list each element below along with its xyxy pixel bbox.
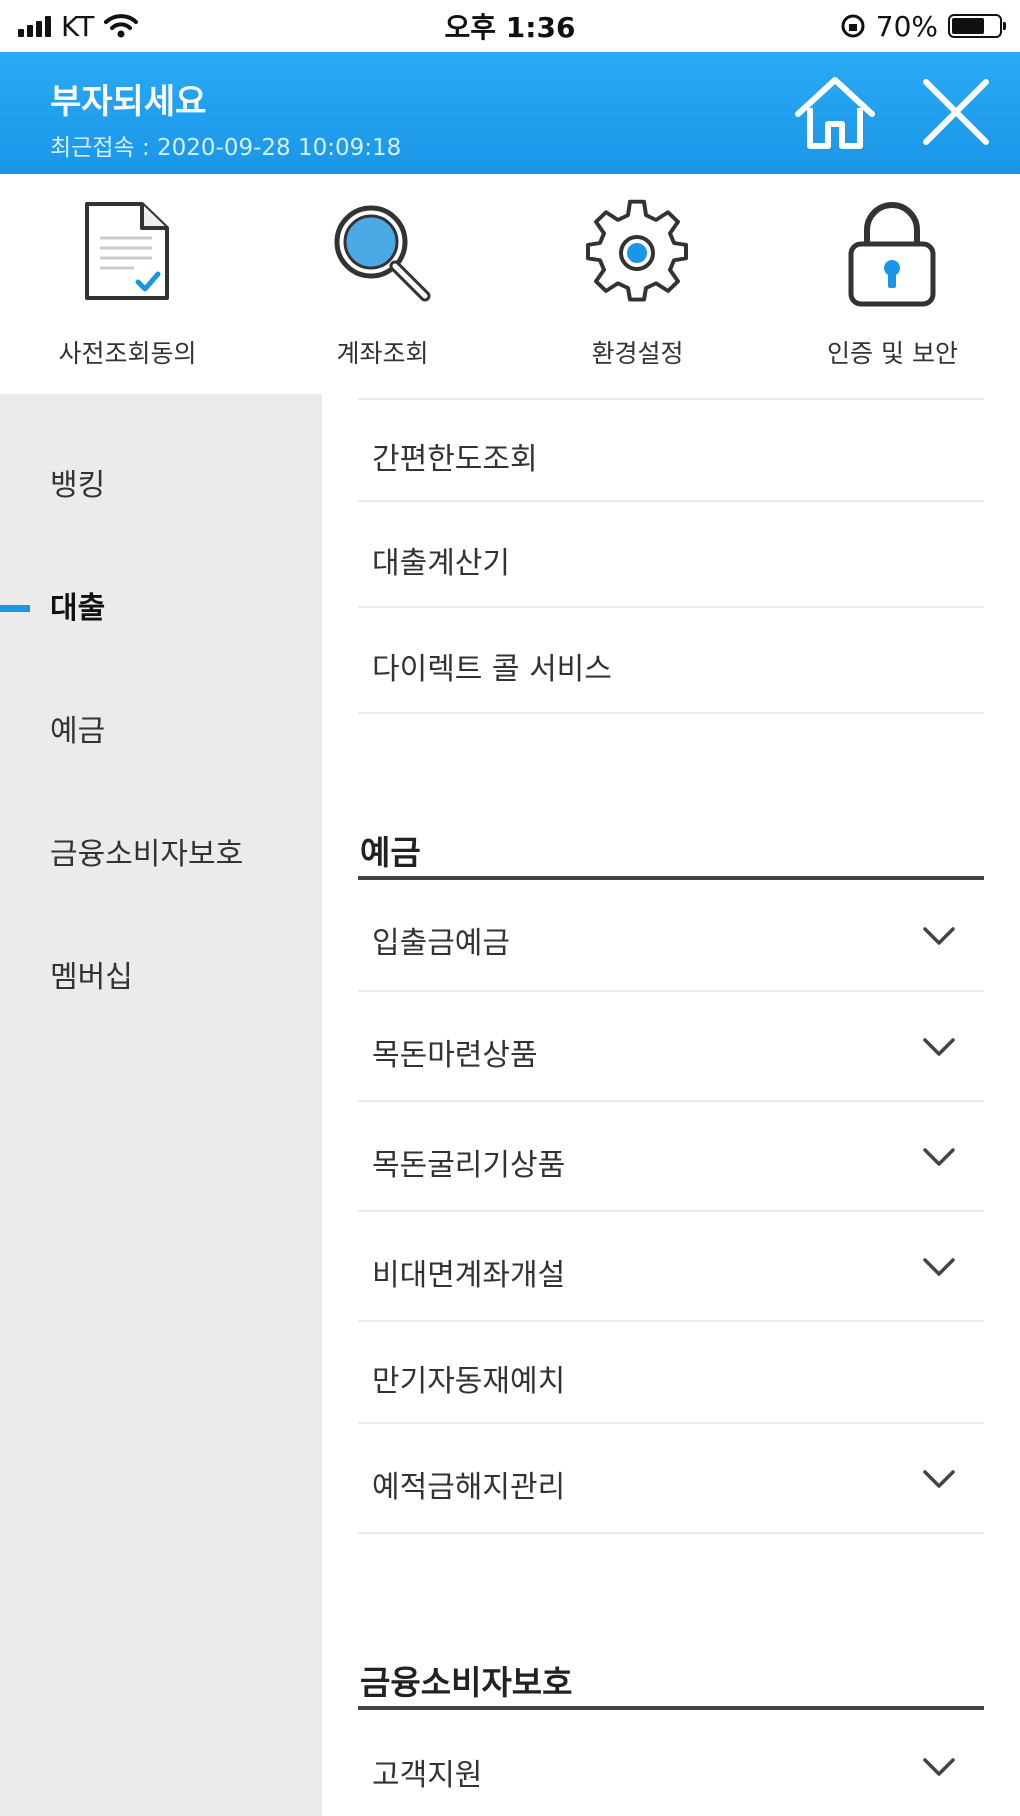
menu-item-label: 만기자동재예치 (372, 1364, 566, 1399)
menu-item-direct-call[interactable]: 다이렉트 콜 서비스 (358, 608, 984, 714)
wifi-icon (104, 14, 139, 38)
header-title: 부자되세요 (50, 82, 207, 122)
chevron-down-icon[interactable] (922, 1036, 956, 1058)
menu-item-label: 목돈마련상품 (372, 1038, 538, 1073)
sidebar-item-loan[interactable]: 대출 (0, 579, 322, 639)
quick-label: 계좌조회 (336, 339, 429, 368)
chevron-down-icon[interactable] (922, 925, 956, 947)
menu-item-label: 목돈굴리기상품 (372, 1148, 566, 1183)
menu-item-investment-products[interactable]: 목돈굴리기상품 (358, 1102, 984, 1212)
chevron-down-icon[interactable] (922, 1256, 956, 1278)
sidebar-item-banking[interactable]: 뱅킹 (0, 456, 322, 516)
lock-icon (848, 202, 936, 307)
menu-item-demand-deposit[interactable]: 입출금예금 (358, 880, 984, 992)
quick-label: 환경설정 (591, 339, 684, 368)
menu-content: 간편한도조회 대출계산기 다이렉트 콜 서비스 예금 입출금예금 목돈마련상품 … (322, 394, 1020, 1816)
menu-item-label: 간편한도조회 (372, 442, 538, 477)
status-right: 70% (840, 9, 1006, 43)
sidebar-item-membership[interactable]: 멤버십 (0, 948, 322, 1008)
last-access-text: 최근접속 : 2020-09-28 10:09:18 (50, 135, 402, 161)
signal-icon (18, 15, 51, 37)
quick-item-account-inquiry[interactable]: 계좌조회 (255, 174, 510, 394)
carrier-label: KT (61, 9, 95, 43)
battery-fill (952, 18, 985, 34)
chevron-down-icon[interactable] (922, 1146, 956, 1168)
app-screen: KT 오후 1:36 70% 부자되세요 최근접속 : 2020-09-28 1… (0, 0, 1020, 1816)
quick-item-prior-consent[interactable]: 사전조회동의 (0, 174, 255, 394)
menu-item-label: 대출계산기 (372, 546, 510, 581)
category-sidebar: 뱅킹 대출 예금 금융소비자보호 멤버십 (0, 394, 322, 1816)
active-indicator (0, 605, 30, 612)
menu-item-remote-account-opening[interactable]: 비대면계좌개설 (358, 1212, 984, 1322)
menu-item-loan-calculator[interactable]: 대출계산기 (358, 502, 984, 608)
chevron-down-icon[interactable] (922, 1756, 956, 1778)
quick-item-auth-security[interactable]: 인증 및 보안 (765, 174, 1020, 394)
gear-icon (586, 199, 688, 302)
divider (358, 398, 984, 400)
menu-item-savings-products[interactable]: 목돈마련상품 (358, 992, 984, 1102)
section-title-consumer-protection: 금융소비자보호 (358, 1656, 984, 1710)
header-bar: 부자되세요 최근접속 : 2020-09-28 10:09:18 (0, 52, 1020, 174)
menu-item-label: 다이렉트 콜 서비스 (372, 652, 612, 687)
quick-label: 사전조회동의 (58, 339, 197, 368)
status-bar: KT 오후 1:36 70% (0, 0, 1020, 52)
quick-menu: 사전조회동의 계좌조회 환경설정 인증 및 보안 (0, 174, 1020, 394)
menu-item-limit-inquiry[interactable]: 간편한도조회 (358, 402, 984, 502)
menu-item-auto-redeposit[interactable]: 만기자동재예치 (358, 1322, 984, 1424)
battery-percent: 70% (875, 9, 938, 43)
document-check-icon (85, 202, 169, 300)
sidebar-item-label: 대출 (50, 591, 106, 626)
close-icon[interactable] (918, 74, 994, 150)
quick-label: 인증 및 보안 (827, 339, 958, 368)
chevron-down-icon[interactable] (922, 1468, 956, 1490)
section-title-deposit: 예금 (358, 826, 984, 880)
menu-item-deposit-termination[interactable]: 예적금해지관리 (358, 1424, 984, 1534)
menu-item-label: 예적금해지관리 (372, 1470, 566, 1505)
status-left: KT (18, 9, 139, 43)
sidebar-item-deposit[interactable]: 예금 (0, 702, 322, 762)
orientation-lock-icon (841, 14, 865, 38)
quick-item-settings[interactable]: 환경설정 (510, 174, 765, 394)
menu-item-customer-support[interactable]: 고객지원 (358, 1710, 984, 1816)
menu-item-label: 비대면계좌개설 (372, 1258, 566, 1293)
home-icon[interactable] (790, 72, 880, 152)
search-icon (334, 205, 431, 302)
battery-icon (948, 14, 1006, 38)
menu-item-label: 입출금예금 (372, 926, 510, 961)
menu-item-label: 고객지원 (372, 1758, 483, 1793)
sidebar-item-consumer-protection[interactable]: 금융소비자보호 (0, 825, 322, 885)
